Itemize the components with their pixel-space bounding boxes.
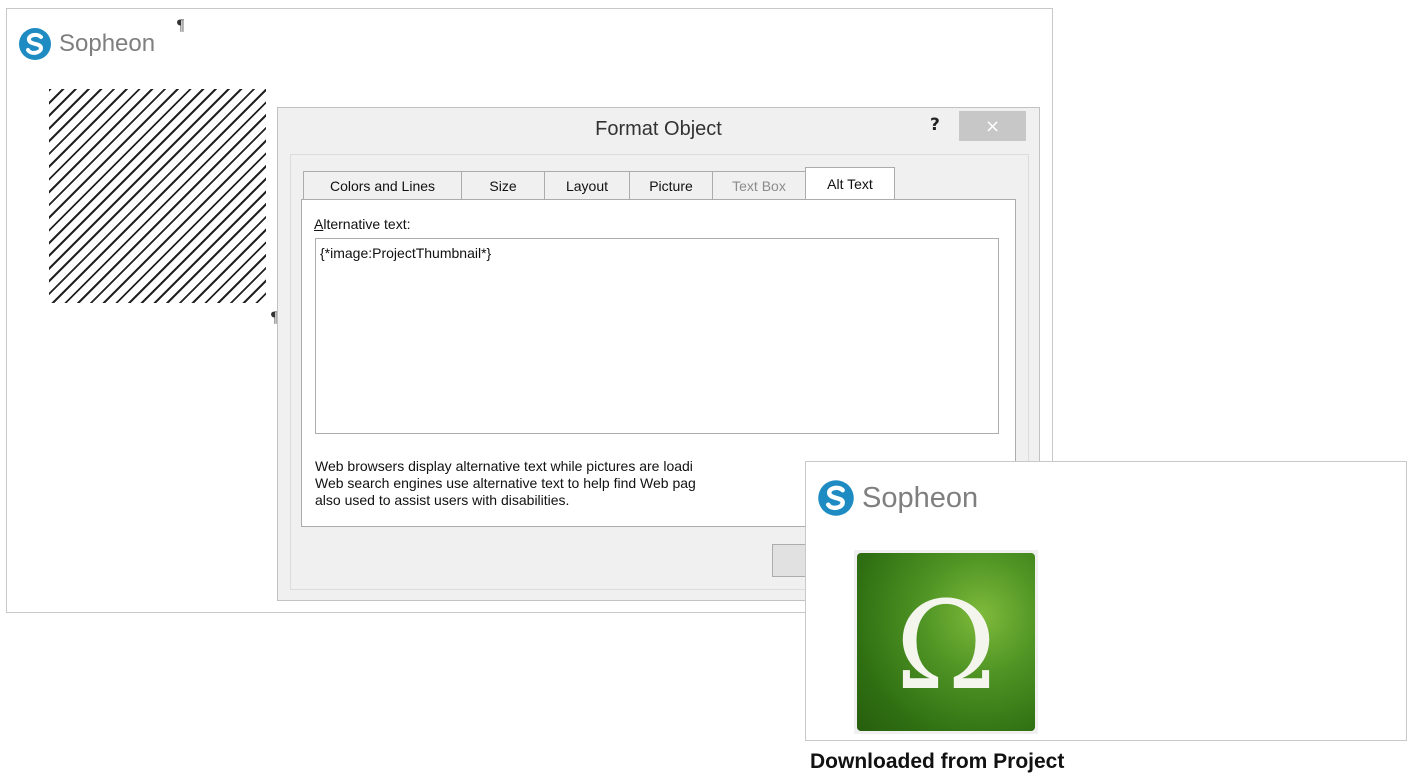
sopheon-swirl-icon — [818, 480, 854, 516]
preview-brand-name: Sopheon — [862, 481, 979, 514]
tab-layout[interactable]: Layout — [544, 171, 630, 199]
tab-alt-text[interactable]: Alt Text — [805, 167, 895, 199]
alternative-text-input[interactable]: {*image:ProjectThumbnail*} — [315, 238, 999, 434]
sopheon-swirl-icon — [19, 28, 51, 60]
close-button[interactable]: × — [959, 111, 1026, 141]
tab-size[interactable]: Size — [461, 171, 545, 199]
alternative-text-label-rest: lternative text: — [323, 216, 411, 232]
tab-colors-and-lines[interactable]: Colors and Lines — [303, 171, 462, 199]
document-brand-name: Sopheon — [59, 30, 156, 57]
tab-picture[interactable]: Picture — [629, 171, 713, 199]
paragraph-mark: ¶ — [177, 17, 185, 34]
thumbnail-tile: Ω — [857, 553, 1035, 731]
tab-strip: Colors and Lines Size Layout Picture Tex… — [303, 167, 895, 199]
tab-text-box: Text Box — [712, 171, 806, 199]
image-placeholder[interactable] — [49, 89, 266, 303]
preview-card: Sopheon Ω — [805, 461, 1407, 741]
omega-icon: Ω — [895, 575, 997, 717]
help-icon[interactable]: ? — [930, 115, 940, 135]
preview-header-logo: Sopheon — [816, 478, 978, 518]
close-icon: × — [984, 115, 1001, 137]
document-header-logo: Sopheon — [17, 26, 155, 62]
caption: Downloaded from Project — [810, 750, 1065, 773]
accesskey-letter: A — [314, 216, 324, 232]
alternative-text-label: Alternative text: — [314, 216, 411, 232]
dialog-title: Format Object — [595, 118, 722, 140]
project-thumbnail: Ω — [854, 550, 1038, 734]
